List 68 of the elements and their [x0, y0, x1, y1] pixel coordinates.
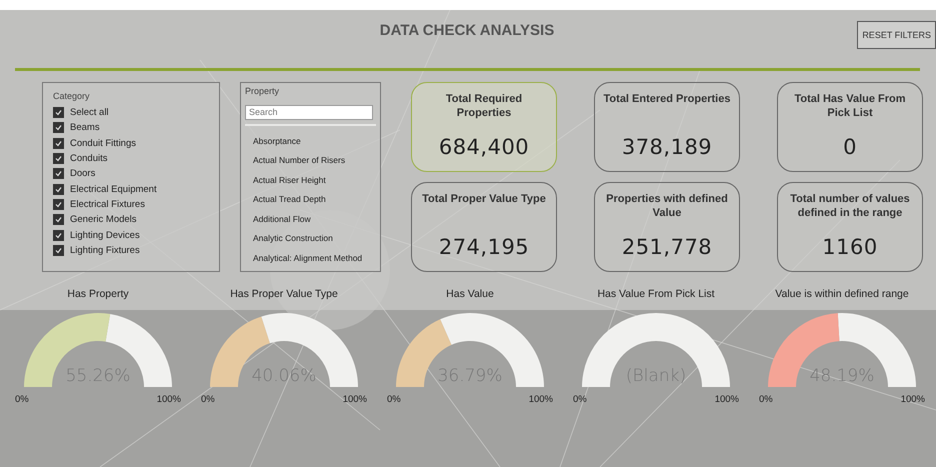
gauge-max: 100% — [342, 394, 367, 405]
category-label: Generic Models — [70, 214, 137, 226]
gauge-title: Has Value — [446, 288, 494, 302]
category-label: Conduits — [70, 153, 108, 164]
kpi-label: Total number of values defined in the range — [789, 193, 911, 220]
property-item[interactable]: Absorptance — [245, 136, 376, 155]
gauge-min: 0% — [759, 394, 773, 405]
checkbox[interactable] — [53, 138, 64, 149]
category-label: Electrical Fixtures — [70, 198, 145, 210]
gauge-max: 100% — [900, 394, 925, 405]
checkbox[interactable] — [53, 122, 64, 134]
property-item[interactable]: Analytic Construction — [245, 233, 376, 252]
kpi-card[interactable]: Total Has Value From Pick List 0 — [777, 82, 923, 172]
kpi-card[interactable]: Properties with defined Value 251,778 — [594, 182, 740, 272]
kpi-label: Total Proper Value Type — [422, 193, 546, 207]
category-label: Electrical Equipment — [70, 184, 157, 195]
gauge-title: Has Property — [67, 288, 129, 302]
property-item[interactable]: Actual Tread Depth — [245, 194, 376, 214]
kpi-card[interactable]: Total Entered Properties 378,189 — [594, 82, 740, 172]
kpi-card[interactable]: Total number of values defined in the range 1160 — [777, 182, 923, 272]
gauge-value: (Blank) — [624, 366, 688, 386]
checkbox[interactable] — [53, 198, 64, 210]
checkbox[interactable] — [53, 107, 64, 118]
filter-heading: Category — [53, 91, 91, 101]
checkbox[interactable] — [53, 230, 64, 241]
gauge-min: 0% — [387, 394, 401, 405]
checkbox[interactable] — [53, 168, 64, 180]
property-item[interactable]: Actual Number of Risers — [245, 155, 376, 174]
category-label: Lighting Devices — [70, 230, 140, 241]
kpi-label: Total Has Value From Pick List — [793, 93, 907, 120]
category-label: Beams — [70, 122, 100, 134]
checkbox[interactable] — [53, 184, 64, 195]
category-label: Doors — [70, 168, 96, 180]
gauge-max: 100% — [156, 394, 181, 405]
kpi-label: Properties with defined Value — [605, 193, 729, 220]
kpi-card[interactable]: Total Proper Value Type 274,195 — [411, 182, 557, 272]
dashboard-title: DATA CHECK ANALYSIS — [380, 22, 554, 39]
kpi-value: 274,195 — [438, 235, 530, 259]
gauge-min: 0% — [573, 394, 587, 405]
checkbox[interactable] — [53, 214, 64, 226]
gauge-value: 48.19% — [808, 366, 876, 386]
gauge-title: Has Value From Pick List — [597, 288, 715, 302]
gauge-min: 0% — [15, 394, 29, 405]
gauge-max: 100% — [714, 394, 739, 405]
kpi-value: 1160 — [822, 235, 878, 259]
gauge-min: 0% — [201, 394, 215, 405]
search-field[interactable]: Search — [245, 104, 373, 120]
property-item[interactable]: Additional Flow — [245, 214, 376, 233]
gauge-title: Has Proper Value Type — [230, 288, 338, 302]
checkbox[interactable] — [53, 244, 64, 256]
kpi-value: 684,400 — [438, 135, 530, 159]
kpi-value: 0 — [843, 135, 857, 159]
gauge-value: 40.06% — [250, 366, 318, 386]
category-label: Select all — [70, 107, 109, 118]
kpi-value: 251,778 — [622, 235, 712, 259]
property-item[interactable]: Analytical: Alignment Method — [245, 252, 376, 271]
category-label: Conduit Fittings — [70, 138, 136, 149]
kpi-label: Total Entered Properties — [604, 93, 730, 107]
checkbox[interactable] — [53, 153, 64, 164]
reset-filters-button[interactable]: RESET FILTERS — [857, 21, 936, 49]
category-label: Lighting Fixtures — [70, 244, 140, 256]
filter-heading: Property — [245, 86, 280, 96]
gauge-title: Value is within defined range — [775, 288, 909, 302]
kpi-value: 378,189 — [622, 135, 712, 159]
property-item[interactable]: Actual Riser Height — [245, 174, 376, 194]
kpi-label: Total Required Properties — [444, 93, 524, 120]
gauge-max: 100% — [528, 394, 553, 405]
kpi-card[interactable]: Total Required Properties 684,400 — [411, 82, 557, 172]
